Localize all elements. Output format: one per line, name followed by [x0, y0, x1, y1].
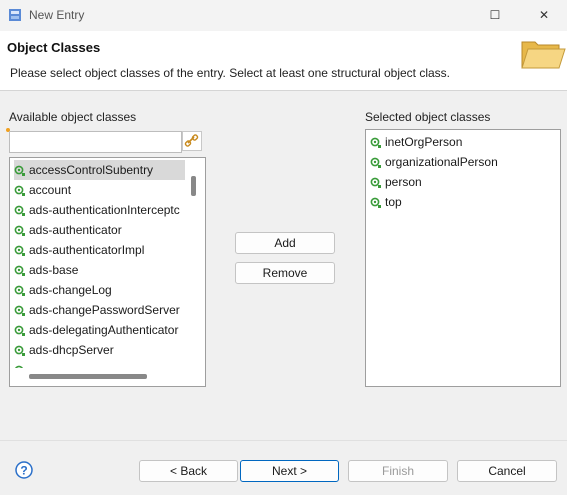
- list-item[interactable]: ads-authenticatorImpl: [14, 240, 144, 260]
- object-class-icon: [14, 185, 25, 196]
- object-class-icon: [14, 305, 25, 316]
- object-class-icon: [14, 345, 25, 356]
- list-item[interactable]: ads-base: [14, 260, 78, 280]
- list-item[interactable]: organizationalPerson: [370, 152, 498, 172]
- list-item[interactable]: ads-changePasswordServer: [14, 300, 180, 320]
- list-item[interactable]: ads-authenticator: [14, 220, 122, 240]
- add-button[interactable]: Add: [235, 232, 335, 254]
- item-label: ads-delegatingAuthenticator: [29, 323, 179, 337]
- help-icon[interactable]: ?: [15, 461, 33, 479]
- object-class-icon: [14, 325, 25, 336]
- item-label: ads-authenticator: [29, 223, 122, 237]
- finish-button[interactable]: Finish: [348, 460, 448, 482]
- remove-button[interactable]: Remove: [235, 262, 335, 284]
- header-divider: [0, 90, 567, 91]
- object-class-icon: [14, 245, 25, 256]
- svg-text:?: ?: [20, 464, 27, 478]
- window-title: New Entry: [29, 8, 85, 22]
- item-label: inetOrgPerson: [385, 135, 463, 149]
- item-label: ads-changePasswordServer: [29, 303, 180, 317]
- list-item[interactable]: account: [14, 180, 71, 200]
- object-class-icon: [370, 177, 381, 188]
- object-class-icon: [14, 165, 25, 176]
- list-item[interactable]: ads-changeLog: [14, 280, 112, 300]
- horizontal-scrollbar[interactable]: [29, 374, 147, 379]
- object-class-icon: [14, 265, 25, 276]
- footer-divider: [0, 440, 567, 441]
- available-list[interactable]: accessControlSubentry account ads-authen…: [9, 157, 206, 387]
- item-label: accessControlSubentry: [29, 163, 154, 177]
- list-item[interactable]: ads-delegatingAuthenticator: [14, 320, 178, 340]
- cancel-button[interactable]: Cancel: [457, 460, 557, 482]
- vertical-scrollbar[interactable]: [191, 176, 196, 196]
- list-item[interactable]: inetOrgPerson: [370, 132, 462, 152]
- app-icon: [9, 9, 21, 21]
- object-class-icon: [370, 137, 381, 148]
- browse-button[interactable]: [182, 131, 202, 151]
- selected-label: Selected object classes: [365, 110, 491, 124]
- list-item[interactable]: person: [370, 172, 422, 192]
- list-item[interactable]: accessControlSubentry: [14, 160, 185, 180]
- item-label: organizationalPerson: [385, 155, 498, 169]
- object-class-icon: [14, 365, 24, 368]
- object-class-icon: [14, 225, 25, 236]
- folder-icon: [521, 41, 566, 69]
- item-label: ads-authenticatorImpl: [29, 243, 145, 257]
- page-description: Please select object classes of the entr…: [10, 66, 450, 80]
- list-item-partial[interactable]: [14, 360, 29, 368]
- back-button[interactable]: < Back: [139, 460, 238, 482]
- object-class-icon: [14, 205, 25, 216]
- next-button[interactable]: Next >: [240, 460, 339, 482]
- item-label: ads-dhcpServer: [29, 343, 114, 357]
- item-label: ads-base: [29, 263, 79, 277]
- maximize-button[interactable]: ☐: [477, 4, 513, 26]
- available-label: Available object classes: [9, 110, 137, 124]
- list-item[interactable]: ads-dhcpServer: [14, 340, 114, 360]
- selected-list[interactable]: inetOrgPerson organizationalPerson perso…: [365, 129, 561, 387]
- item-label: person: [385, 175, 422, 189]
- page-title: Object Classes: [7, 40, 101, 55]
- filter-input[interactable]: [9, 131, 182, 153]
- title-bar: New Entry ☐ ✕: [0, 0, 567, 31]
- object-class-icon: [14, 285, 25, 296]
- object-class-icon: [370, 197, 381, 208]
- item-label: ads-authenticationInterceptc: [29, 203, 180, 217]
- item-label: ads-changeLog: [29, 283, 112, 297]
- object-class-icon: [370, 157, 381, 168]
- item-label: top: [385, 195, 402, 209]
- list-item[interactable]: ads-authenticationInterceptc: [14, 200, 180, 220]
- item-label: account: [29, 183, 72, 197]
- close-button[interactable]: ✕: [526, 4, 562, 26]
- link-icon: [184, 134, 199, 147]
- list-item[interactable]: top: [370, 192, 402, 212]
